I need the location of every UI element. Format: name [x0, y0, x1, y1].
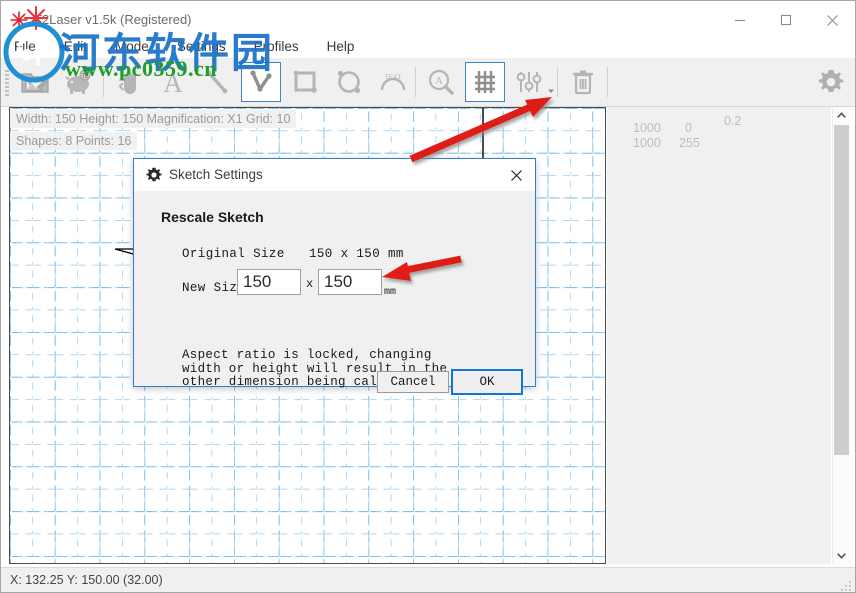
- resize-grip-icon[interactable]: [840, 579, 852, 591]
- menu-edit[interactable]: Edit: [61, 37, 90, 56]
- close-icon[interactable]: [501, 162, 531, 188]
- param-power-max: 255: [679, 136, 700, 150]
- open-image-folder-icon[interactable]: [15, 62, 55, 102]
- new-height-value: 150: [324, 272, 353, 291]
- line-tool-icon[interactable]: [197, 62, 237, 102]
- zoom-magnifier-icon[interactable]: A: [421, 62, 461, 102]
- gear-icon[interactable]: [811, 62, 851, 102]
- toolbar-separator: [607, 67, 608, 97]
- toolbar-grip[interactable]: [5, 70, 9, 96]
- menu-help[interactable]: Help: [324, 37, 358, 56]
- chevron-up-icon[interactable]: [833, 107, 850, 124]
- ok-button[interactable]: OK: [451, 369, 523, 395]
- toolbar-separator: [557, 67, 558, 97]
- trash-delete-icon[interactable]: [563, 62, 603, 102]
- window-title: T2Laser v1.5k (Registered): [34, 12, 192, 27]
- caret-down-icon[interactable]: [547, 82, 555, 93]
- arc-text-tool-icon[interactable]: TEXT: [373, 62, 413, 102]
- param-step-value: 0.2: [724, 114, 742, 128]
- scrollbar-thumb[interactable]: [834, 125, 849, 455]
- new-width-value: 150: [243, 272, 272, 291]
- original-size-value: 150 x 150 mm: [309, 247, 404, 261]
- dialog-title-bar: Sketch Settings: [134, 159, 535, 191]
- polyline-tool-icon[interactable]: [241, 62, 281, 102]
- dialog-title: Sketch Settings: [169, 167, 263, 182]
- canvas-info-shapes: Shapes: 8 Points: 16: [10, 132, 138, 150]
- text-letter-a-icon[interactable]: A: [153, 62, 193, 102]
- sketch-settings-dialog: Sketch Settings Rescale Sketch Original …: [133, 158, 536, 395]
- svg-text:A: A: [435, 75, 443, 87]
- original-size-label: Original Size: [182, 247, 285, 261]
- svg-text:T2: T2: [81, 74, 89, 80]
- ellipse-tool-icon[interactable]: [329, 62, 369, 102]
- toolbar-separator: [103, 67, 104, 97]
- vertical-scrollbar[interactable]: [832, 107, 850, 564]
- dimension-separator: x: [306, 277, 314, 291]
- rescale-sketch-heading: Rescale Sketch: [161, 209, 264, 225]
- menu-bar: File Edit Mode Settings Profiles Help: [1, 33, 855, 59]
- param-power-min: 0: [685, 121, 692, 135]
- svg-text:A: A: [163, 68, 183, 96]
- new-height-input[interactable]: 150: [318, 269, 382, 295]
- menu-settings[interactable]: Settings: [174, 37, 229, 56]
- param-speed-current: 1000: [633, 136, 661, 150]
- laser-star-icon: [9, 10, 29, 30]
- chevron-down-icon[interactable]: [833, 547, 850, 564]
- application-window: T2Laser v1.5k (Registered) File Edit Mod…: [0, 0, 856, 593]
- menu-mode[interactable]: Mode: [112, 37, 152, 56]
- piggy-bank-t2-icon[interactable]: T2: [59, 62, 99, 102]
- status-bar: X: 132.25 Y: 150.00 (32.00): [1, 567, 855, 592]
- gear-icon: [145, 166, 163, 184]
- menu-file[interactable]: File: [11, 37, 39, 56]
- canvas-info-dimensions: Width: 150 Height: 150 Magnification: X1…: [10, 110, 297, 128]
- dialog-body: Rescale Sketch Original Size 150 x 150 m…: [134, 191, 535, 395]
- menu-profiles[interactable]: Profiles: [251, 37, 302, 56]
- new-width-input[interactable]: 150: [237, 269, 301, 295]
- right-parameter-panel: 1000 1000 0 255 0.2: [607, 107, 831, 564]
- cursor-coordinates: X: 132.25 Y: 150.00 (32.00): [10, 573, 163, 587]
- sliders-settings-icon[interactable]: [509, 62, 549, 102]
- toolbar-separator: [415, 67, 416, 97]
- rectangle-tool-icon[interactable]: [285, 62, 325, 102]
- hand-pointer-icon[interactable]: [109, 62, 149, 102]
- unit-label: mm: [384, 287, 397, 298]
- main-toolbar: T2 A TEXT A: [1, 58, 855, 107]
- svg-text:TEXT: TEXT: [385, 74, 402, 81]
- param-speed-max: 1000: [633, 121, 661, 135]
- grid-icon[interactable]: [465, 62, 505, 102]
- cancel-button[interactable]: Cancel: [377, 371, 449, 393]
